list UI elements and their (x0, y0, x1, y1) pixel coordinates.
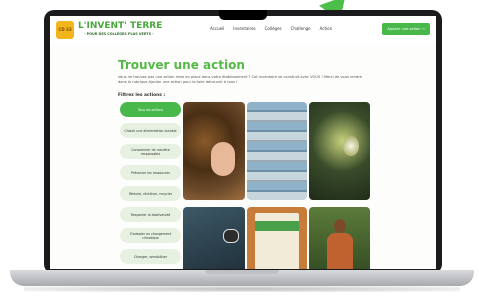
logo-badge-icon[interactable]: CD 33 (56, 21, 74, 39)
nav-challenge[interactable]: Challenge (291, 26, 311, 31)
main-nav: Accueil Inventaires Collèges Challenge A… (210, 26, 332, 31)
laptop-shadow (24, 286, 460, 292)
filter-recycler[interactable]: Réduire, réutiliser, recycler (120, 186, 181, 201)
logo-title[interactable]: L'INVENT' TERRE (78, 21, 162, 31)
filter-alimentation[interactable]: Choisir une alimentation durable (120, 123, 181, 138)
logo-subtitle: - POUR DES COLLÈGES PLUS VERTS - (84, 32, 154, 36)
poster-band (255, 221, 299, 231)
add-action-button[interactable]: Ajouter une action → (382, 23, 430, 35)
nav-colleges[interactable]: Collèges (265, 26, 282, 31)
filter-consommer[interactable]: Consommer de manière responsable (120, 144, 181, 159)
action-card-phone[interactable] (183, 207, 245, 269)
filter-list: Tous les actions Choisir une alimentatio… (120, 102, 181, 269)
lightbulb-image (343, 136, 359, 156)
nav-accueil[interactable]: Accueil (210, 26, 224, 31)
person-image (327, 219, 353, 269)
action-card-textiles[interactable] (247, 102, 307, 200)
laptop-opening-lip (205, 270, 279, 274)
action-card-lightbulb[interactable] (309, 102, 370, 200)
action-card-poster[interactable] (247, 207, 307, 269)
intro-text: Vous ne trouvez pas une action mise en p… (118, 75, 362, 84)
filter-climat[interactable]: S'adapter au changement climatique (120, 228, 181, 243)
laptop-screen: CD 33 L'INVENT' TERRE - POUR DES COLLÈGE… (50, 16, 436, 269)
nav-action[interactable]: Action (320, 26, 333, 31)
person-head (334, 219, 346, 233)
filter-sensibiliser[interactable]: Changer, sensibiliser (120, 249, 181, 264)
filter-biodiversite[interactable]: Respecter la biodiversité (120, 207, 181, 222)
chat-bubble-icon (223, 229, 239, 243)
hand-soil-image (211, 142, 235, 176)
person-apron (327, 233, 353, 269)
filters-heading: Filtrez les actions : (118, 93, 166, 98)
nav-inventaires[interactable]: Inventaires (233, 26, 255, 31)
filter-ressources[interactable]: Préserver les ressources (120, 165, 181, 180)
action-card-gardener[interactable] (309, 207, 370, 269)
site-header: CD 33 L'INVENT' TERRE - POUR DES COLLÈGE… (50, 16, 436, 45)
main-content: Trouver une action Vous ne trouvez pas u… (50, 44, 436, 269)
page-title: Trouver une action (118, 58, 245, 72)
camera-notch (219, 10, 267, 20)
filter-all[interactable]: Tous les actions (120, 102, 181, 117)
action-card-compost[interactable] (183, 102, 245, 200)
